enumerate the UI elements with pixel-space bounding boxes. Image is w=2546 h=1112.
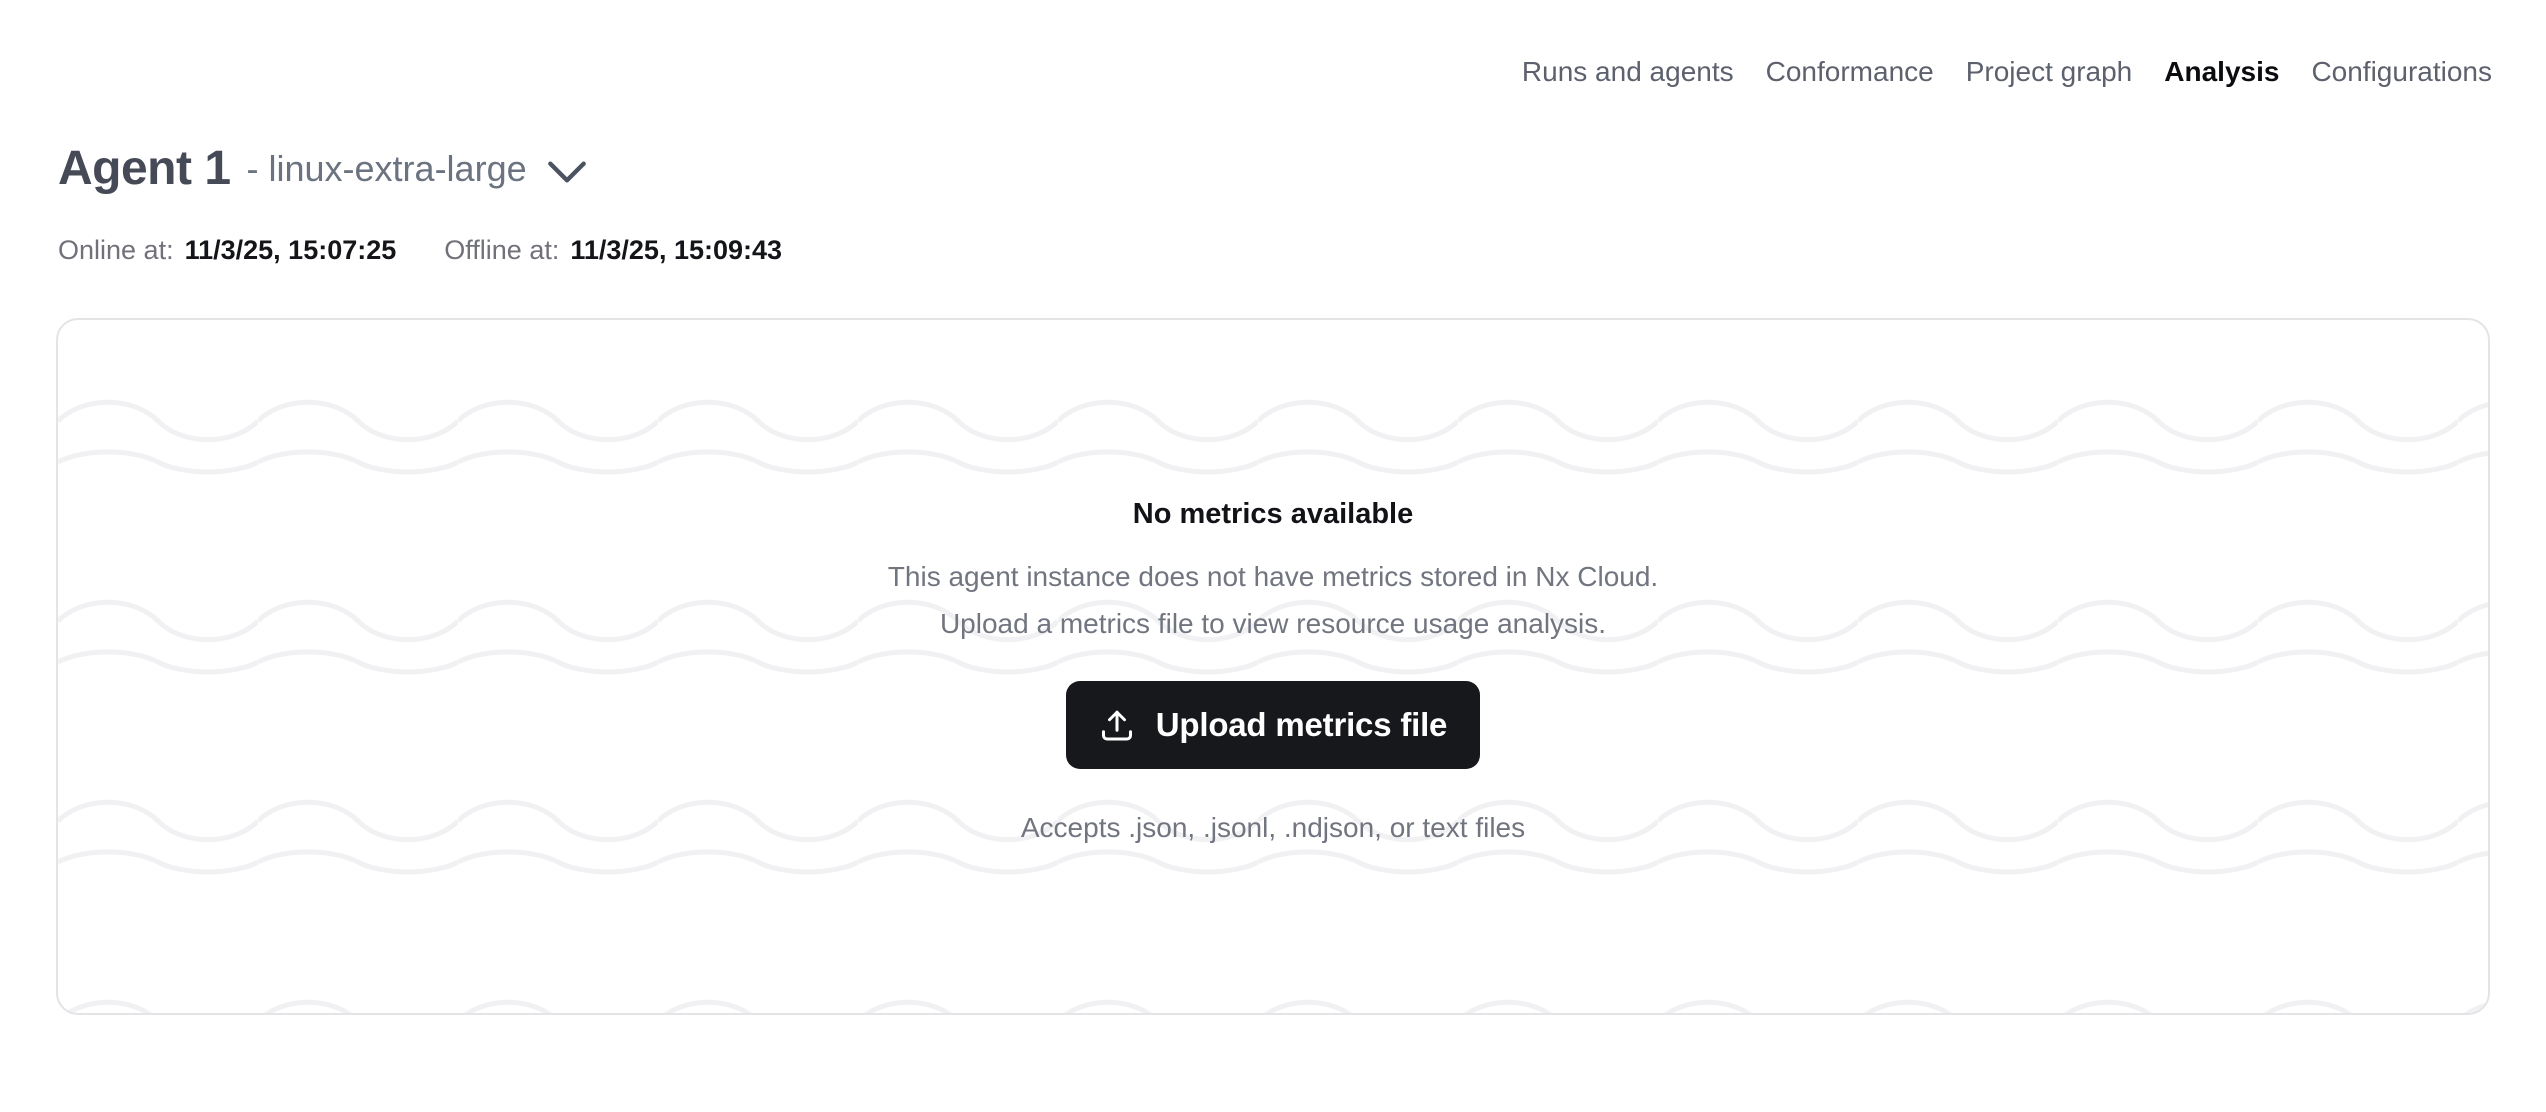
empty-state-description-line2: Upload a metrics file to view resource u… xyxy=(888,600,1658,647)
page-title: Agent 1 xyxy=(58,140,231,198)
nav-item-runs-and-agents[interactable]: Runs and agents xyxy=(1522,55,1734,89)
agent-launch-template: - linux-extra-large xyxy=(247,140,527,198)
agent-selector-dropdown[interactable] xyxy=(547,157,587,187)
empty-state-description: This agent instance does not have metric… xyxy=(888,553,1658,647)
nav-item-analysis[interactable]: Analysis xyxy=(2164,55,2279,89)
chevron-down-icon xyxy=(547,157,587,187)
metrics-empty-state-card: No metrics available This agent instance… xyxy=(56,318,2490,1015)
offline-at-value: 11/3/25, 15:09:43 xyxy=(570,233,782,267)
page-header: Agent 1 - linux-extra-large xyxy=(58,140,587,198)
offline-at: Offline at: 11/3/25, 15:09:43 xyxy=(444,233,782,267)
online-at-label: Online at: xyxy=(58,233,174,267)
upload-icon xyxy=(1099,707,1135,743)
nav-item-configurations[interactable]: Configurations xyxy=(2311,55,2492,89)
upload-button-label: Upload metrics file xyxy=(1156,706,1447,744)
offline-at-label: Offline at: xyxy=(444,233,559,267)
empty-state-description-line1: This agent instance does not have metric… xyxy=(888,553,1658,600)
nav-item-conformance[interactable]: Conformance xyxy=(1766,55,1934,89)
agent-timestamps: Online at: 11/3/25, 15:07:25 Offline at:… xyxy=(58,233,782,267)
online-at: Online at: 11/3/25, 15:07:25 xyxy=(58,233,396,267)
online-at-value: 11/3/25, 15:07:25 xyxy=(185,233,397,267)
nav-item-project-graph[interactable]: Project graph xyxy=(1966,55,2133,89)
upload-metrics-file-button[interactable]: Upload metrics file xyxy=(1066,681,1480,769)
accepted-file-types: Accepts .json, .jsonl, .ndjson, or text … xyxy=(1021,811,1525,845)
empty-state-content: No metrics available This agent instance… xyxy=(58,320,2488,1013)
empty-state-title: No metrics available xyxy=(1133,497,1413,531)
top-navigation: Runs and agents Conformance Project grap… xyxy=(1522,55,2492,89)
